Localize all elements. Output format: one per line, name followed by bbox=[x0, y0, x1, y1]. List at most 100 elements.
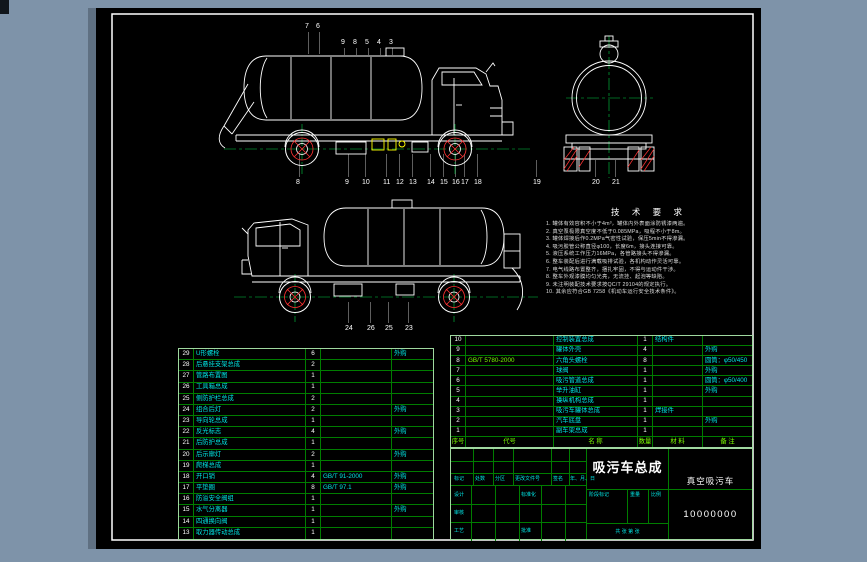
bom-right-row: 4 操纵机构总成 1 bbox=[451, 396, 752, 407]
bom-left-row: 20 后示廓灯 2 外购 bbox=[179, 449, 433, 461]
bom-item-no: 19 bbox=[179, 460, 194, 471]
bom-item-qty: 4 bbox=[306, 427, 321, 438]
bom-header-cell: 序号 bbox=[451, 436, 466, 447]
bom-item-name: 爬梯总成 bbox=[194, 460, 306, 471]
bom-item-no: 20 bbox=[179, 449, 194, 460]
tech-note-line: 8. 整车外观漆膜均匀光亮，无流挂、起泡等缺陷。 bbox=[546, 274, 668, 281]
bom-item-name: 操纵机构总成 bbox=[554, 396, 638, 406]
bom-item-material bbox=[321, 505, 392, 516]
bom-item-material bbox=[653, 366, 703, 376]
grid-line bbox=[669, 489, 752, 490]
equipment-box-mid bbox=[333, 283, 363, 297]
bom-item-no: 10 bbox=[451, 336, 466, 346]
bom-item-qty: 1 bbox=[306, 527, 321, 539]
tank-body bbox=[243, 55, 423, 121]
tank-manhole-mid bbox=[391, 199, 413, 209]
bom-item-no: 1 bbox=[451, 426, 466, 436]
bom-item-code bbox=[466, 396, 554, 406]
tech-note-line: 1. 罐体有效容积不小于4m³，罐体内外表面涂防锈漆两遍。 bbox=[546, 221, 689, 227]
bom-left-row: 26 工具箱总成 1 bbox=[179, 382, 433, 394]
bom-item-no: 15 bbox=[179, 505, 194, 516]
mirror-mid bbox=[241, 227, 249, 235]
bom-item-remark bbox=[392, 528, 433, 539]
bom-item-qty: 8 bbox=[306, 483, 321, 494]
bom-item-name: 后防护总成 bbox=[194, 438, 306, 449]
bom-item-no: 29 bbox=[179, 349, 194, 360]
bom-item-qty: 1 bbox=[638, 366, 653, 376]
bom-item-material bbox=[321, 427, 392, 438]
bom-item-material bbox=[653, 346, 703, 356]
bom-item-qty: 1 bbox=[638, 336, 653, 346]
bom-item-material bbox=[321, 516, 392, 527]
drawing-number-area: 真空吸污车 10000000 bbox=[669, 449, 752, 539]
bom-item-material bbox=[321, 393, 392, 404]
bom-item-no: 2 bbox=[451, 416, 466, 426]
bom-item-qty: 2 bbox=[306, 393, 321, 404]
bom-item-remark bbox=[392, 394, 433, 404]
bom-item-material bbox=[321, 360, 392, 371]
label-signature: 签名 bbox=[553, 476, 564, 482]
bom-item-code bbox=[466, 406, 554, 416]
grid-line bbox=[471, 485, 472, 541]
bom-item-material: 结构件 bbox=[653, 336, 703, 346]
grid-line bbox=[513, 449, 514, 485]
bom-item-remark bbox=[703, 397, 752, 406]
bom-item-qty: 1 bbox=[306, 494, 321, 505]
bom-header-row: 序号 代号名 称数量材 料 备 注 bbox=[451, 436, 752, 447]
bom-item-qty: 1 bbox=[306, 516, 321, 527]
bom-item-remark bbox=[392, 517, 433, 527]
bom-left-row: 15 水气分离器 1 外购 bbox=[179, 505, 433, 517]
bom-right-row: 8 GB/T 5780-2000 六角头螺栓 8 圆筒：φ50/450 bbox=[451, 356, 752, 367]
bom-item-no: 9 bbox=[451, 346, 466, 356]
bom-item-material bbox=[653, 376, 703, 386]
bom-item-name: 罐体外壳 bbox=[554, 346, 638, 356]
label-change-count: 处数 bbox=[475, 476, 486, 482]
label-checker: 审核 bbox=[454, 510, 465, 516]
bom-item-no: 3 bbox=[451, 406, 466, 416]
bom-item-remark: 外购 bbox=[705, 417, 718, 425]
bom-item-name: 控制装置总成 bbox=[554, 336, 638, 346]
suction-boom bbox=[218, 83, 255, 149]
bom-item-remark: 外购 bbox=[394, 428, 407, 436]
bom-item-material bbox=[653, 416, 703, 426]
technical-requirements-title: 技 术 要 求 bbox=[610, 207, 688, 217]
bom-item-remark: 外购 bbox=[705, 366, 718, 374]
bom-header-cell: 代号 bbox=[466, 436, 554, 447]
cad-sheet-canvas: 7 6 9 8 5 4 3 8 9 10 11 12 13 14 15 16 17 18 19 20 21 24 26 25 2… bbox=[96, 8, 761, 549]
bom-item-code bbox=[466, 376, 554, 386]
bom-item-material bbox=[321, 349, 392, 360]
bom-right-row: 1 副车架总成 1 bbox=[451, 426, 752, 437]
bom-item-name: 平垫圈 bbox=[194, 483, 306, 494]
bom-left-row: 23 导向轮总成 1 bbox=[179, 416, 433, 428]
bom-item-name: 侧防护栏总成 bbox=[194, 393, 306, 404]
bom-header-cell: 数量 bbox=[638, 436, 653, 447]
bom-item-qty: 1 bbox=[638, 376, 653, 386]
bom-item-name: 防溢安全阀组 bbox=[194, 494, 306, 505]
bom-item-no: 27 bbox=[179, 371, 194, 382]
label-change-doc: 更改文件号 bbox=[515, 476, 541, 482]
cab-window-mid bbox=[255, 223, 301, 247]
bom-item-code: GB/T 5780-2000 bbox=[466, 356, 554, 366]
bom-item-remark bbox=[703, 336, 752, 345]
bom-right-row: 2 汽车底盘 1 外购 bbox=[451, 416, 752, 427]
bom-header-cell: 名 称 bbox=[554, 436, 638, 447]
corner-mark bbox=[0, 0, 9, 14]
bom-item-qty: 1 bbox=[638, 386, 653, 396]
bom-item-qty: 1 bbox=[306, 460, 321, 471]
bom-item-no: 28 bbox=[179, 360, 194, 371]
bom-header-cell: 材 料 bbox=[653, 436, 703, 447]
bom-item-material bbox=[653, 426, 703, 436]
bom-left-row: 28 后悬挂支架总成 2 bbox=[179, 360, 433, 372]
bom-item-remark bbox=[703, 427, 752, 436]
bom-right-row: 3 吸污车罐体总成 1 焊接件 bbox=[451, 406, 752, 417]
bom-item-qty: 1 bbox=[638, 406, 653, 416]
product-name: 真空吸污车 bbox=[686, 476, 735, 486]
truck-side-view-mid bbox=[241, 199, 523, 311]
bom-item-material bbox=[321, 371, 392, 382]
bom-right-row: 10 控制装置总成 1 结构件 bbox=[451, 336, 752, 347]
bom-item-remark: 外购 bbox=[394, 472, 407, 480]
bom-item-qty: 2 bbox=[306, 449, 321, 460]
bom-item-no: 23 bbox=[179, 416, 194, 427]
grid-line bbox=[495, 485, 496, 541]
bom-item-code bbox=[466, 336, 554, 346]
